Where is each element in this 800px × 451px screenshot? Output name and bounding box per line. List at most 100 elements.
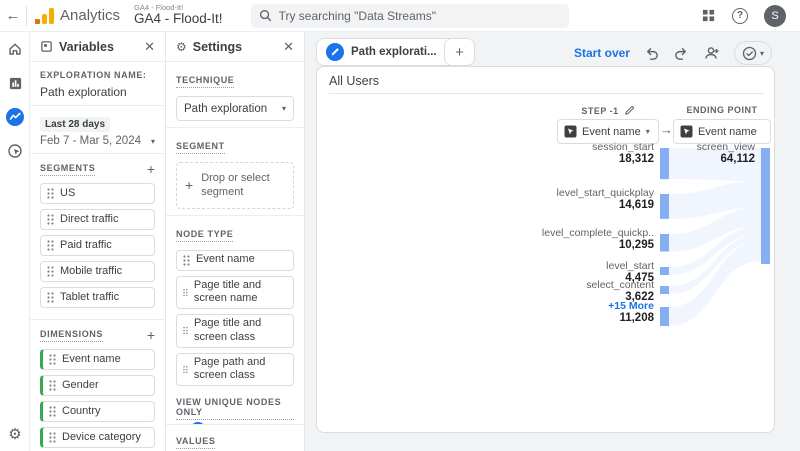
technique-label: TECHNIQUE xyxy=(176,75,235,88)
node-type-chip[interactable]: Page path and screen class xyxy=(176,352,294,387)
drag-handle-icon[interactable] xyxy=(47,266,54,277)
node-name: level_start xyxy=(606,260,654,272)
share-user-icon[interactable] xyxy=(703,44,721,62)
step-label: STEP -1 xyxy=(581,105,619,116)
back-arrow-icon[interactable]: ← xyxy=(0,7,26,24)
workspace: Path explorati... ▾ + Start over ▾ All U… xyxy=(305,32,800,451)
node-value: 10,295 xyxy=(618,239,654,251)
avatar[interactable]: S xyxy=(764,4,786,27)
sankey-node-bar[interactable] xyxy=(660,234,669,252)
node-type-icon xyxy=(564,125,577,138)
edit-step-pencil-icon[interactable] xyxy=(624,105,635,116)
settings-panel: ⚙ Settings ✕ TECHNIQUE Path exploration … xyxy=(166,32,305,451)
technique-dropdown[interactable]: Path exploration ▾ xyxy=(176,96,294,121)
chip-label: US xyxy=(60,186,76,199)
drag-handle-icon[interactable] xyxy=(183,325,188,336)
chip-label: Paid traffic xyxy=(60,238,112,251)
admin-gear-icon[interactable]: ⚙ xyxy=(0,425,30,443)
node-value: 14,619 xyxy=(618,199,654,211)
nav-explore-icon[interactable] xyxy=(0,100,30,134)
exploration-name-section: EXPLORATION NAME: Path exploration xyxy=(30,62,165,106)
help-icon[interactable]: ? xyxy=(732,7,748,24)
chip-label: Country xyxy=(62,404,101,417)
dimension-chip[interactable]: Device category xyxy=(40,427,155,448)
settings-close-icon[interactable]: ✕ xyxy=(283,39,294,55)
start-over-button[interactable]: Start over xyxy=(574,46,630,60)
sankey-node-bar-ending[interactable] xyxy=(761,148,770,264)
nav-reports-icon[interactable] xyxy=(0,66,30,100)
chip-label: Page title and screen class xyxy=(193,317,262,343)
search-icon xyxy=(259,9,271,22)
drag-handle-icon[interactable] xyxy=(183,364,188,375)
step-column-header: STEP -1 xyxy=(557,105,659,116)
drag-handle-icon[interactable] xyxy=(183,254,190,266)
add-dimension-icon[interactable]: + xyxy=(147,328,155,342)
node-type-chip[interactable]: Event name xyxy=(176,249,294,271)
chip-label: Tablet traffic xyxy=(60,290,120,303)
ending-label: ENDING POINT xyxy=(686,105,758,115)
variables-title: Variables xyxy=(59,39,114,54)
drag-handle-icon[interactable] xyxy=(47,292,54,303)
card-divider xyxy=(329,93,764,94)
segment-drop-zone[interactable]: + Drop or select segment xyxy=(176,162,294,209)
redo-icon[interactable] xyxy=(673,45,690,62)
canvas-card: All Users STEP -1 ENDING POINT Event nam… xyxy=(316,66,775,433)
segment-chip[interactable]: Paid traffic xyxy=(40,235,155,256)
property-name: GA4 - Flood-It! xyxy=(134,11,223,27)
add-segment-icon[interactable]: + xyxy=(147,162,155,176)
date-range-section[interactable]: Last 28 days Feb 7 - Mar 5, 2024 ▾ xyxy=(30,106,165,154)
node-type-icon xyxy=(680,125,693,138)
search-input[interactable]: Try searching "Data Streams" xyxy=(250,3,569,28)
chip-label: Event name xyxy=(62,352,121,365)
date-caret-icon[interactable]: ▾ xyxy=(151,137,155,146)
dimension-chip[interactable]: Event name xyxy=(40,349,155,370)
segment-chip[interactable]: Tablet traffic xyxy=(40,287,155,308)
segment-chip[interactable]: Mobile traffic xyxy=(40,261,155,282)
sankey-node-bar[interactable] xyxy=(660,307,669,327)
drag-handle-icon[interactable] xyxy=(47,188,54,199)
arrow-right-icon: → xyxy=(660,122,673,137)
variables-close-icon[interactable]: ✕ xyxy=(144,39,155,55)
chip-label: Page title and screen name xyxy=(193,278,262,305)
node-type-chip[interactable]: Page title and screen name xyxy=(176,275,294,310)
date-range-chip[interactable]: Last 28 days xyxy=(40,117,111,132)
values-section: VALUES xyxy=(166,424,304,451)
export-button[interactable]: ▾ xyxy=(733,41,772,65)
step-node-type-value: Event name xyxy=(582,125,641,138)
app-name: Analytics xyxy=(60,7,121,24)
variables-panel: Variables ✕ EXPLORATION NAME: Path explo… xyxy=(30,32,166,451)
settings-gear-icon: ⚙ xyxy=(176,39,187,54)
dimension-chip[interactable]: Country xyxy=(40,401,155,422)
exploration-name-value[interactable]: Path exploration xyxy=(40,85,155,99)
drag-handle-icon[interactable] xyxy=(47,214,54,225)
sankey-more-label[interactable]: +15 More 11,208 xyxy=(494,300,654,324)
chip-label: Event name xyxy=(196,253,255,266)
property-selector[interactable]: GA4 - Flood-It! GA4 - Flood-It! xyxy=(134,4,223,26)
segment-chip[interactable]: US xyxy=(40,183,155,204)
sankey-node-bar[interactable] xyxy=(660,267,669,275)
apps-grid-icon[interactable] xyxy=(701,8,716,23)
technique-section: TECHNIQUE Path exploration ▾ xyxy=(166,62,304,128)
nav-advertising-icon[interactable] xyxy=(0,134,30,168)
node-type-chip[interactable]: Page title and screen class xyxy=(176,314,294,348)
nav-home-icon[interactable] xyxy=(0,32,30,66)
exploration-tab[interactable]: Path explorati... ▾ xyxy=(316,38,458,66)
drag-handle-icon[interactable] xyxy=(183,287,188,298)
node-type-list: Event name Page title and screen name Page… xyxy=(176,249,294,387)
drag-handle-icon[interactable] xyxy=(49,406,56,417)
header-divider xyxy=(26,5,27,26)
drag-handle-icon[interactable] xyxy=(49,380,56,391)
unique-nodes-label: VIEW UNIQUE NODES ONLY xyxy=(176,397,294,421)
drag-handle-icon[interactable] xyxy=(49,432,56,443)
sankey-node-bar[interactable] xyxy=(660,286,669,294)
drag-handle-icon[interactable] xyxy=(49,354,56,365)
segment-chip[interactable]: Direct traffic xyxy=(40,209,155,230)
settings-title: Settings xyxy=(192,39,243,54)
dimension-chip[interactable]: Gender xyxy=(40,375,155,396)
sankey-node-bar[interactable] xyxy=(660,194,669,219)
undo-icon[interactable] xyxy=(643,45,660,62)
drag-handle-icon[interactable] xyxy=(47,240,54,251)
chip-label: Mobile traffic xyxy=(60,264,123,277)
add-tab-button[interactable]: + xyxy=(444,38,475,66)
node-name[interactable]: +15 More xyxy=(494,300,654,312)
